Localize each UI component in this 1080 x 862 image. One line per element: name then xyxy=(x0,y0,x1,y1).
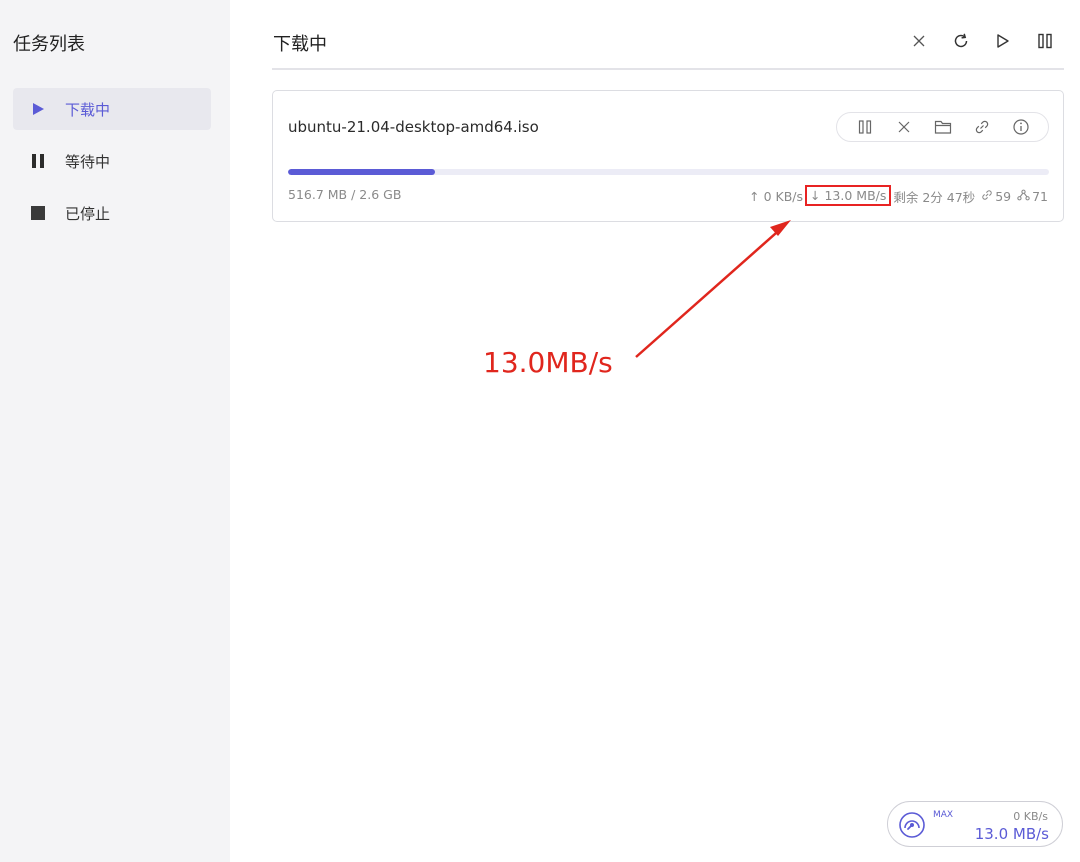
close-icon[interactable] xyxy=(910,31,928,51)
link-icon[interactable] xyxy=(973,118,991,136)
sidebar-item-stopped[interactable]: 已停止 xyxy=(13,192,211,234)
sidebar-item-downloading[interactable]: 下载中 xyxy=(13,88,211,130)
sidebar-item-waiting[interactable]: 等待中 xyxy=(13,140,211,182)
pause-icon xyxy=(29,152,47,170)
progress-bar xyxy=(288,169,1049,175)
upload-speed: ↑ 0 KB/s xyxy=(749,189,804,204)
header-divider xyxy=(272,68,1064,70)
sidebar-title: 任务列表 xyxy=(13,34,85,55)
task-name: ubuntu-21.04-desktop-amd64.iso xyxy=(288,118,539,136)
speedometer-icon xyxy=(899,812,925,838)
page-title: 下载中 xyxy=(273,34,327,55)
play-icon[interactable] xyxy=(994,31,1012,51)
folder-icon[interactable] xyxy=(934,118,952,136)
remaining-time: 剩余 2分 47秒 xyxy=(893,190,976,205)
download-speed: ↓ 13.0 MB/s xyxy=(805,184,892,206)
global-download-speed: 13.0 MB/s xyxy=(974,825,1049,843)
play-icon xyxy=(29,100,47,118)
speedometer[interactable]: MAX 0 KB/s 13.0 MB/s xyxy=(887,801,1063,847)
peers-count: 71 xyxy=(1032,189,1048,204)
progress-fill xyxy=(288,169,435,175)
sidebar-item-label: 下载中 xyxy=(65,100,111,119)
pause-icon[interactable] xyxy=(1036,31,1054,51)
task-stats: ↑ 0 KB/s ↓ 13.0 MB/s 剩余 2分 47秒 59 71 xyxy=(749,184,1048,206)
connections-icon xyxy=(981,189,993,204)
sidebar: 任务列表 下载中 等待中 已停止 xyxy=(0,0,230,862)
refresh-icon[interactable] xyxy=(952,31,970,51)
global-upload-speed: 0 KB/s xyxy=(1013,810,1048,823)
task-card[interactable]: ubuntu-21.04-desktop-amd64.iso 516.7 MB … xyxy=(272,90,1064,222)
sidebar-item-label: 已停止 xyxy=(65,204,111,223)
speed-limit-label: MAX xyxy=(933,810,954,820)
size-info: 516.7 MB / 2.6 GB xyxy=(288,187,402,202)
sidebar-item-label: 等待中 xyxy=(65,152,111,171)
task-actions xyxy=(836,112,1049,142)
annotation-label: 13.0MB/s xyxy=(483,346,613,379)
pause-icon[interactable] xyxy=(856,118,874,136)
info-icon[interactable] xyxy=(1012,118,1030,136)
header-actions xyxy=(910,31,1054,51)
close-icon[interactable] xyxy=(895,118,913,136)
connections-count: 59 xyxy=(995,189,1012,204)
peers-icon xyxy=(1017,189,1030,204)
stop-icon xyxy=(29,204,47,222)
